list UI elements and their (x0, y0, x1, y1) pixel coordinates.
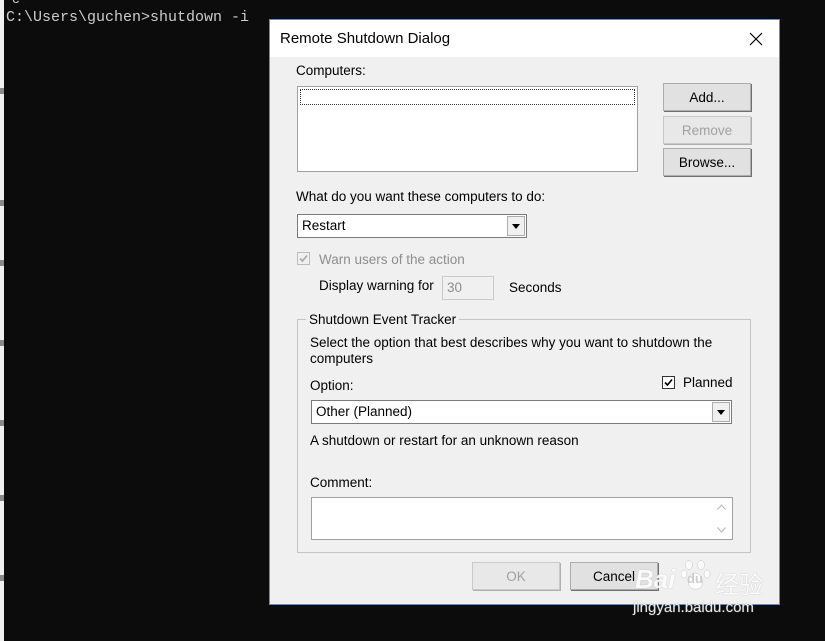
chevron-down-icon (717, 409, 725, 415)
watermark-cn: 经验 (715, 572, 763, 599)
checkmark-icon (299, 254, 308, 263)
comment-label: Comment: (310, 475, 373, 490)
display-warning-label: Display warning for (319, 278, 434, 293)
warning-seconds-value: 30 (447, 280, 463, 295)
warn-users-label: Warn users of the action (319, 252, 465, 267)
checkmark-icon (664, 378, 673, 387)
remove-button[interactable]: Remove (663, 116, 751, 144)
action-select-value: Restart (302, 218, 346, 233)
console-command-line: C:\Users\guchen>shutdown -i (6, 9, 250, 26)
action-select[interactable]: Restart (297, 214, 527, 238)
watermark-brand: Bai (635, 564, 676, 594)
action-dropdown-arrow[interactable] (507, 216, 525, 236)
tracker-description: Select the option that best describes wh… (310, 335, 713, 366)
option-select-value: Other (Planned) (316, 404, 413, 419)
add-button[interactable]: Add... (663, 83, 751, 111)
remote-shutdown-dialog: Remote Shutdown Dialog Computers: Add...… (269, 19, 780, 605)
baidu-watermark: Bai du 经验 jingyan.baidu.com (631, 557, 781, 617)
tracker-legend: Shutdown Event Tracker (306, 312, 460, 327)
warning-seconds-input[interactable]: 30 (442, 276, 494, 300)
scroll-up-icon[interactable] (717, 504, 726, 510)
planned-label: Planned (683, 375, 733, 390)
warn-users-checkbox[interactable] (297, 252, 310, 265)
close-icon (749, 32, 763, 45)
close-button[interactable] (733, 20, 779, 57)
comment-textarea[interactable] (311, 497, 733, 540)
browse-button[interactable]: Browse... (663, 148, 751, 176)
option-label: Option: (310, 378, 354, 393)
planned-checkbox[interactable] (662, 376, 675, 389)
ok-button[interactable]: OK (472, 562, 560, 590)
seconds-label: Seconds (509, 280, 562, 295)
title-bar: Remote Shutdown Dialog (270, 20, 779, 57)
watermark-url: jingyan.baidu.com (633, 599, 754, 616)
scroll-down-icon[interactable] (717, 527, 726, 533)
option-select[interactable]: Other (Planned) (311, 400, 732, 424)
dialog-title: Remote Shutdown Dialog (280, 30, 451, 47)
reason-description: A shutdown or restart for an unknown rea… (310, 433, 579, 448)
list-focus-rect (300, 89, 635, 105)
action-label: What do you want these computers to do: (296, 189, 546, 204)
console-prev-line: c (12, 0, 20, 7)
option-dropdown-arrow[interactable] (712, 402, 730, 422)
chevron-down-icon (512, 223, 520, 229)
computers-label: Computers: (296, 63, 366, 78)
computers-list[interactable] (297, 86, 638, 172)
watermark-brand-du: du (687, 571, 703, 586)
